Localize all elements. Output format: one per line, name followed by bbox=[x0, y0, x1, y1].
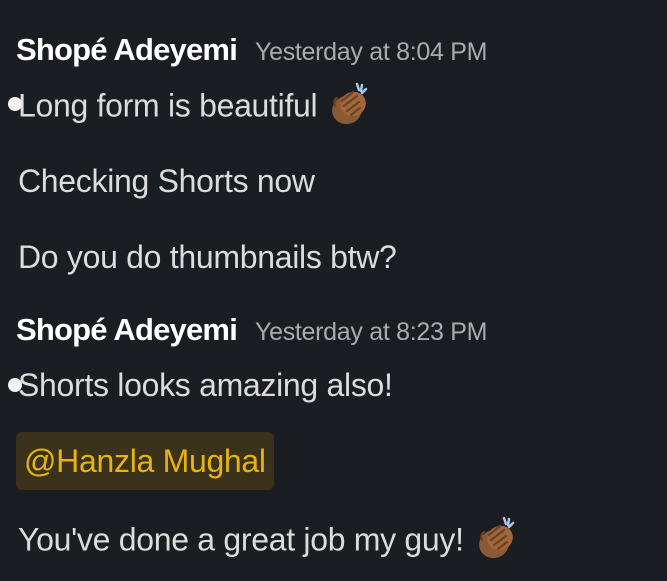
message-header: Shopé Adeyemi Yesterday at 8:04 PM bbox=[16, 32, 487, 68]
clapping-hands-icon[interactable] bbox=[325, 80, 373, 128]
message-text: Long form is beautiful bbox=[18, 87, 318, 124]
message-text: Do you do thumbnails btw? bbox=[18, 239, 397, 275]
author-name[interactable]: Shopé Adeyemi bbox=[16, 312, 238, 348]
message-line: Long form is beautiful bbox=[8, 82, 373, 125]
message-text: Shorts looks amazing also! bbox=[18, 367, 393, 403]
message-text: Checking Shorts now bbox=[18, 163, 315, 199]
unread-dot-icon bbox=[8, 97, 22, 111]
author-name[interactable]: Shopé Adeyemi bbox=[16, 32, 238, 68]
message-list: Shopé Adeyemi Yesterday at 8:04 PM Long … bbox=[0, 0, 667, 581]
message-header: Shopé Adeyemi Yesterday at 8:23 PM bbox=[16, 312, 487, 348]
message-timestamp[interactable]: Yesterday at 8:23 PM bbox=[255, 318, 487, 347]
message-line: Checking Shorts now bbox=[18, 161, 315, 201]
message-timestamp[interactable]: Yesterday at 8:04 PM bbox=[255, 38, 487, 67]
clapping-hands-icon[interactable] bbox=[472, 514, 520, 562]
message-line: Do you do thumbnails btw? bbox=[18, 237, 397, 277]
unread-dot-icon bbox=[8, 378, 22, 392]
message-line: Shorts looks amazing also! bbox=[8, 365, 393, 405]
message-text: You've done a great job my guy! bbox=[18, 521, 464, 558]
message-line: You've done a great job my guy! bbox=[18, 516, 520, 559]
user-mention[interactable]: @Hanzla Mughal bbox=[16, 432, 274, 490]
